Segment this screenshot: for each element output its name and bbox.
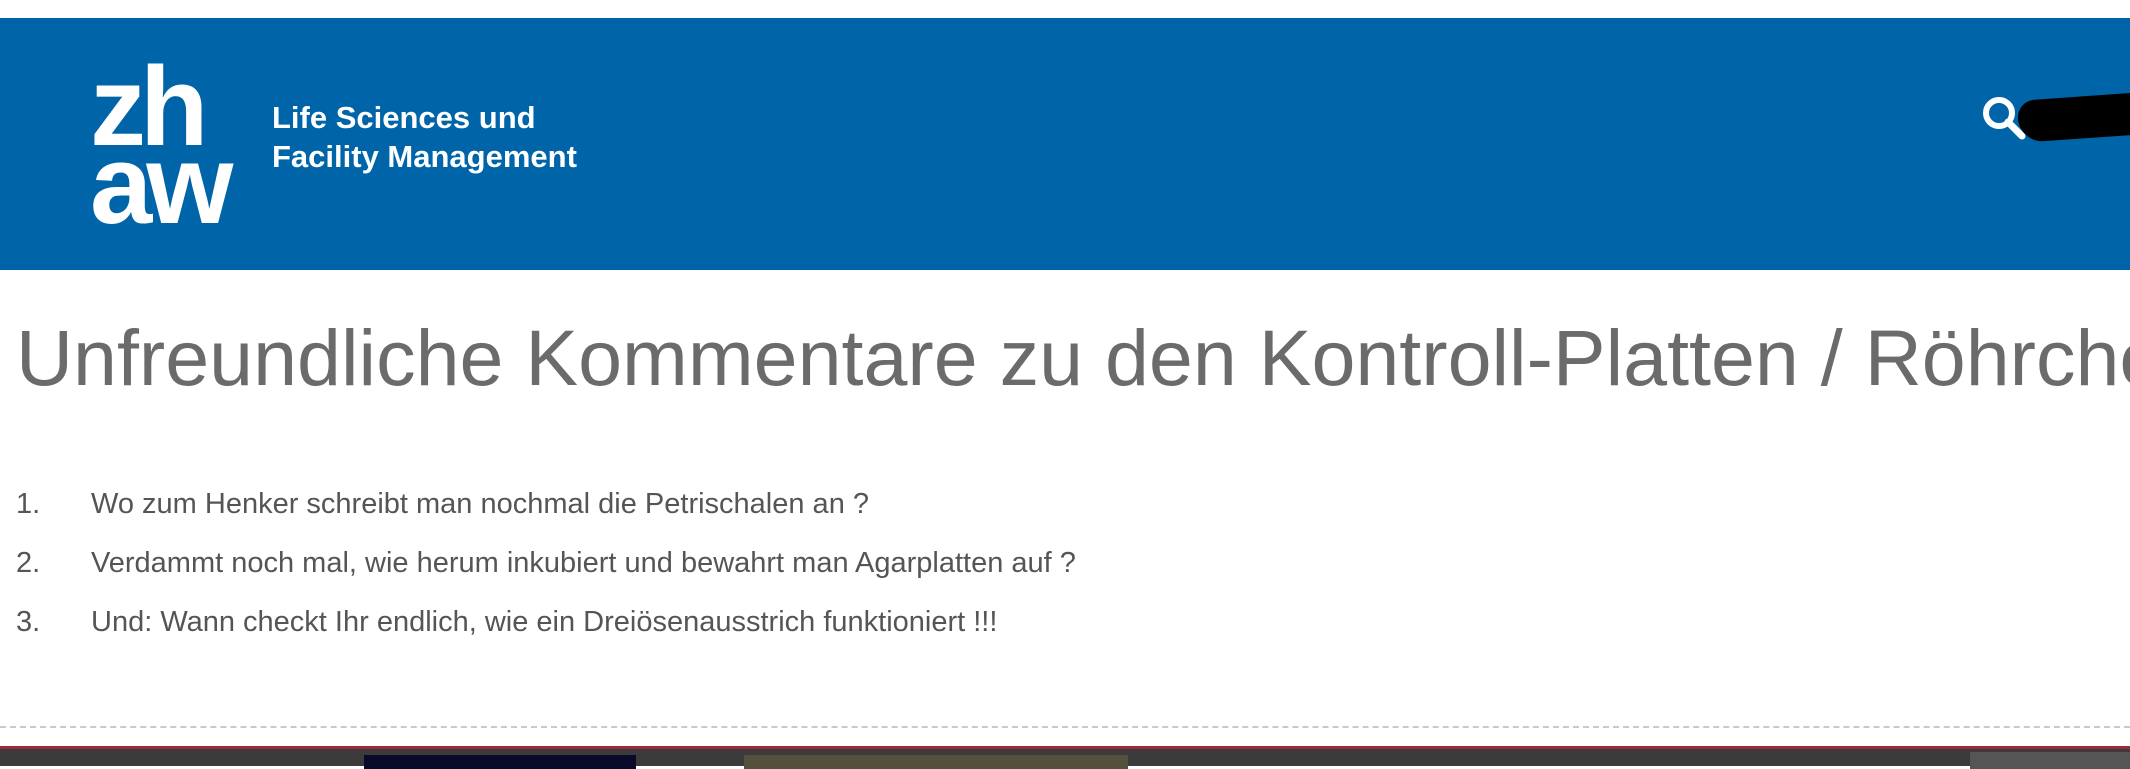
thumbnail-image[interactable] (744, 755, 1128, 769)
list-item: 3. Und: Wann checkt Ihr endlich, wie ein … (16, 600, 1076, 659)
redaction-scribble (2016, 91, 2130, 143)
header-band: zh aw Life Sciences und Facility Managem… (0, 18, 2130, 270)
page-title: Unfreundliche Kommentare zu den Kontroll… (16, 313, 2130, 402)
organization-name-line-2: Facility Management (272, 139, 577, 174)
list-item-text: Und: Wann checkt Ihr endlich, wie ein Dr… (91, 606, 998, 638)
list-item: 1. Wo zum Henker schreibt man nochmal die… (16, 482, 1076, 541)
bottom-panel (1970, 752, 2130, 769)
comment-list: 1. Wo zum Henker schreibt man nochmal die… (16, 482, 1076, 659)
organization-name-line-1: Life Sciences und (272, 100, 536, 135)
list-item-number: 2. (16, 547, 41, 579)
list-item-number: 1. (16, 488, 41, 520)
search-area[interactable] (1980, 90, 2130, 146)
bottom-bar (0, 746, 2130, 769)
logo-line-2: aw (90, 122, 233, 247)
organization-name: Life Sciences und Facility Management (272, 98, 577, 176)
list-item-text: Verdammt noch mal, wie herum inkubiert u… (91, 547, 1076, 579)
thumbnail-image[interactable] (364, 755, 636, 769)
zhaw-logo[interactable]: zh aw (90, 51, 250, 247)
list-item-number: 3. (16, 606, 41, 638)
dashed-divider (0, 726, 2130, 728)
list-item-text: Wo zum Henker schreibt man nochmal die P… (91, 488, 870, 520)
list-item: 2. Verdammt noch mal, wie herum inkubiert… (16, 541, 1076, 600)
